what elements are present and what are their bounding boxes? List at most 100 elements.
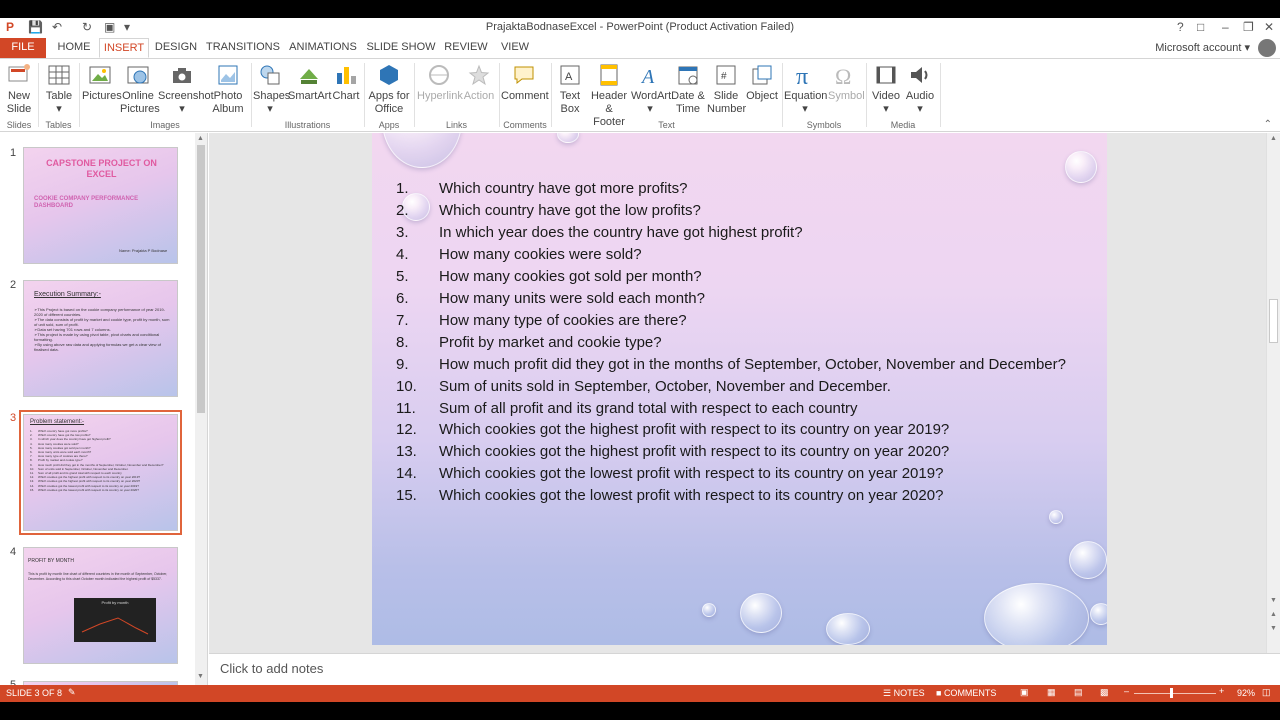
- slide-show-icon[interactable]: ▩: [1100, 687, 1109, 698]
- photo-album-button[interactable]: Photo Album: [208, 63, 248, 116]
- zoom-out-icon[interactable]: –: [1124, 686, 1129, 696]
- thumbnail-number: 4: [10, 546, 17, 558]
- tab-file[interactable]: FILE: [0, 38, 46, 58]
- slide-sorter-icon[interactable]: ▦: [1047, 687, 1056, 698]
- object-button[interactable]: Object: [746, 63, 778, 103]
- table-button[interactable]: Table ▾: [44, 63, 74, 116]
- restore-button[interactable]: ❐: [1243, 20, 1254, 34]
- tab-animations[interactable]: ANIMATIONS: [287, 38, 359, 58]
- help-button[interactable]: ?: [1177, 20, 1184, 34]
- window-title: PrajaktaBodnaseExcel - PowerPoint (Produ…: [485, 21, 795, 33]
- chart-button[interactable]: Chart: [332, 63, 360, 103]
- date-time-button[interactable]: Date & Time: [670, 63, 706, 116]
- comment-label: Comment: [501, 90, 549, 102]
- collapse-ribbon-icon[interactable]: ⌃: [1264, 119, 1272, 130]
- text-box-button[interactable]: A Text Box: [554, 63, 586, 116]
- header-footer-icon: [600, 64, 618, 86]
- scroll-up-icon[interactable]: ▲: [197, 135, 204, 142]
- smartart-button[interactable]: SmartArt: [288, 63, 331, 103]
- slide-number-button[interactable]: # Slide Number: [707, 63, 746, 116]
- question-item: 10. Sum of units sold in September, Octob…: [396, 376, 1076, 398]
- action-button[interactable]: Action: [462, 63, 496, 103]
- zoom-level[interactable]: 92%: [1237, 688, 1255, 698]
- video-button[interactable]: Video ▾: [869, 63, 903, 116]
- thumbnail-line: ➢The data consists of profit by market a…: [34, 317, 170, 327]
- question-item: 6. How many units were sold each month?: [396, 288, 1076, 310]
- slide-scroll-thumb[interactable]: [1269, 299, 1278, 343]
- hyperlink-button[interactable]: Hyperlink: [417, 63, 463, 103]
- account-menu[interactable]: Microsoft account ▾: [1155, 41, 1250, 54]
- thumbnail-scrollbar[interactable]: ▲ ▼: [195, 133, 207, 685]
- close-button[interactable]: ✕: [1264, 20, 1274, 34]
- title-bar: P 💾 ↶ ↻ ▣ ▾ PrajaktaBodnaseExcel - Power…: [0, 18, 1280, 38]
- apps-for-office-icon: [380, 65, 398, 85]
- object-icon: [752, 65, 772, 85]
- zoom-slider[interactable]: [1134, 693, 1216, 694]
- wordart-button[interactable]: A WordArt ▾: [631, 63, 671, 116]
- thumbnail-chart-line: [81, 617, 149, 635]
- tab-insert[interactable]: INSERT: [99, 38, 149, 58]
- wordart-icon: A: [640, 66, 655, 87]
- reading-view-icon[interactable]: ▤: [1074, 687, 1083, 698]
- notes-pane[interactable]: Click to add notes: [209, 653, 1280, 685]
- tab-design[interactable]: DESIGN: [152, 38, 200, 58]
- symbol-button[interactable]: Ω Symbol: [828, 63, 865, 103]
- text-box-label: Text Box: [559, 90, 581, 115]
- scroll-down-icon[interactable]: ▼: [197, 673, 204, 680]
- thumbnail-chart-title: Profit by month: [101, 600, 129, 605]
- slide-thumbnail-3[interactable]: Problem statement:- 1. Which country have…: [19, 410, 182, 535]
- svg-text:A: A: [565, 71, 573, 83]
- group-label-comments: Comments: [503, 120, 547, 130]
- scroll-up-icon[interactable]: ▲: [1270, 135, 1277, 142]
- notes-toggle[interactable]: ☰ NOTES: [883, 688, 925, 699]
- zoom-in-icon[interactable]: +: [1219, 686, 1224, 696]
- svg-text:Ω: Ω: [835, 64, 851, 87]
- zoom-slider-thumb[interactable]: [1170, 688, 1173, 698]
- slide-number-icon: #: [716, 65, 736, 85]
- question-text: How many type of cookies are there?: [439, 311, 687, 329]
- calendar-icon: [678, 66, 698, 85]
- fit-to-window-icon[interactable]: ◫: [1262, 687, 1271, 698]
- spell-check-icon[interactable]: ✎: [68, 687, 76, 698]
- screenshot-label: Screenshot: [158, 90, 214, 102]
- apps-for-office-button[interactable]: Apps for Office: [367, 63, 411, 116]
- current-slide[interactable]: 1. Which country have got more profits? 2.…: [372, 133, 1107, 645]
- question-item: 4. How many cookies were sold?: [396, 244, 1076, 266]
- tab-review[interactable]: REVIEW: [443, 38, 489, 58]
- pictures-icon: [89, 66, 111, 84]
- thumbnail-title: PROFIT BY MONTH: [28, 558, 74, 564]
- question-list[interactable]: 1. Which country have got more profits? 2.…: [396, 178, 1076, 507]
- next-slide-icon[interactable]: ▼: [1270, 625, 1277, 632]
- new-slide-button[interactable]: New Slide: [4, 63, 34, 116]
- question-text: Which cookies got the lowest profit with…: [439, 487, 944, 505]
- tab-transitions[interactable]: TRANSITIONS: [206, 38, 280, 58]
- thumbnail-scroll-thumb[interactable]: [197, 145, 205, 413]
- slide-thumbnail-2[interactable]: Execution Summary:- ➢This Project is bas…: [23, 280, 178, 397]
- slide-thumbnail-4[interactable]: PROFIT BY MONTH This is profit by month …: [23, 547, 178, 664]
- svg-text:#: #: [721, 71, 727, 82]
- audio-button[interactable]: Audio ▾: [904, 63, 936, 116]
- pictures-button[interactable]: Pictures: [82, 63, 122, 103]
- ribbon-display-options-icon[interactable]: □: [1197, 20, 1204, 34]
- screenshot-button[interactable]: Screenshot ▾: [158, 63, 214, 116]
- notes-placeholder: Click to add notes: [220, 661, 324, 676]
- slide-thumbnail-1[interactable]: CAPSTONE PROJECT ON EXCEL COOKIE COMPANY…: [23, 147, 178, 264]
- online-pictures-button[interactable]: Online Pictures: [120, 63, 160, 116]
- comment-button[interactable]: Comment: [501, 63, 549, 103]
- question-text: Which country have got more profits?: [439, 180, 688, 197]
- bubble-decoration: [1090, 603, 1107, 625]
- normal-view-icon[interactable]: ▣: [1020, 687, 1029, 698]
- shapes-button[interactable]: Shapes ▾: [253, 63, 290, 116]
- minimize-button[interactable]: –: [1222, 20, 1229, 34]
- scroll-down-icon[interactable]: ▼: [1270, 597, 1277, 604]
- comments-toggle-label: COMMENTS: [943, 688, 997, 698]
- equation-button[interactable]: π Equation ▾: [784, 63, 827, 116]
- comments-toggle[interactable]: ■ COMMENTS: [936, 688, 996, 698]
- tab-view[interactable]: VIEW: [496, 38, 534, 58]
- previous-slide-icon[interactable]: ▲: [1270, 611, 1277, 618]
- slide-scrollbar[interactable]: ▲ ▼ ▲ ▼: [1266, 133, 1280, 653]
- group-label-apps: Apps: [378, 120, 400, 130]
- tab-home[interactable]: HOME: [52, 38, 96, 58]
- avatar[interactable]: [1258, 39, 1276, 57]
- tab-slide-show[interactable]: SLIDE SHOW: [366, 38, 436, 58]
